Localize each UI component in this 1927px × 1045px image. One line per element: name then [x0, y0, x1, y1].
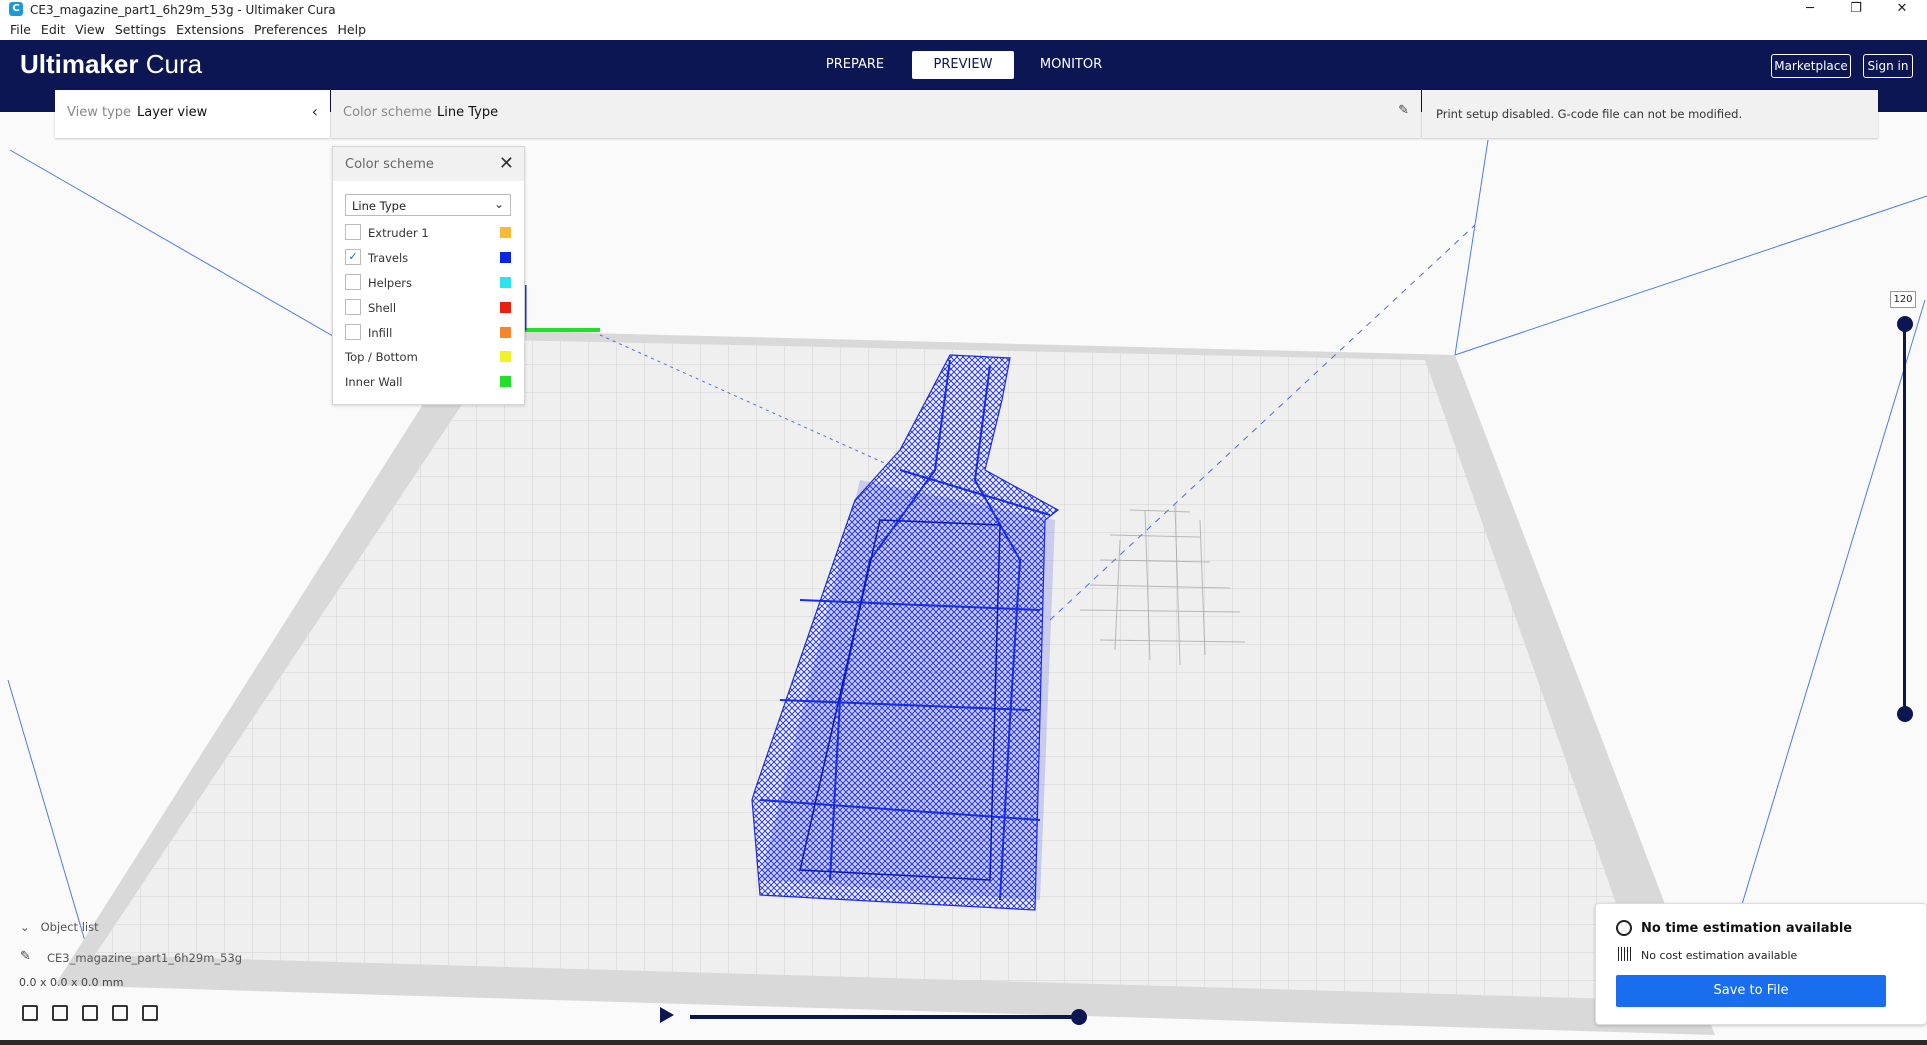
helpers-checkbox[interactable] — [345, 274, 361, 290]
print-setup-panel: Print setup disabled. G-code file can no… — [1422, 90, 1878, 138]
menu-view[interactable]: View — [75, 20, 105, 40]
color-swatch — [500, 227, 511, 238]
camera-view-buttons — [22, 1005, 172, 1025]
layer-slider-track[interactable] — [1903, 322, 1906, 714]
menu-settings[interactable]: Settings — [115, 20, 166, 40]
object-name: CE3_magazine_part1_6h29m_53g — [47, 951, 243, 965]
sign-in-button[interactable]: Sign in — [1863, 54, 1913, 78]
infill-checkbox[interactable] — [345, 324, 361, 340]
menu-file[interactable]: File — [10, 20, 31, 40]
tab-preview[interactable]: PREVIEW — [912, 51, 1014, 79]
ultimaker-cura-logo: Ultimaker Cura — [20, 49, 203, 79]
clock-icon — [1616, 920, 1632, 936]
tab-prepare[interactable]: PREPARE — [803, 51, 907, 79]
layer-slider-top-handle[interactable] — [1897, 316, 1913, 332]
build-volume-edge — [1454, 139, 1489, 356]
pencil-icon[interactable]: ✎ — [1398, 103, 1409, 118]
time-estimation: No time estimation available — [1641, 921, 1853, 936]
restore-button[interactable]: ❐ — [1833, 0, 1879, 20]
layer-slider-bottom-handle[interactable] — [1897, 706, 1913, 722]
cura-app-icon: C — [9, 2, 23, 16]
legend-label: Top / Bottom — [345, 350, 418, 364]
color-swatch — [500, 351, 511, 362]
legend-label: Infill — [368, 326, 393, 340]
left-view-icon[interactable] — [112, 1005, 128, 1021]
legend-label: Shell — [368, 301, 397, 315]
view-type-panel[interactable]: View type Layer view ‹ — [55, 90, 330, 138]
window-title-bar: C CE3_magazine_part1_6h29m_53g - Ultimak… — [0, 0, 1927, 20]
chevron-down-icon: ⌄ — [493, 197, 504, 211]
shell-checkbox[interactable] — [345, 299, 361, 315]
view-type-label: View type — [67, 105, 132, 120]
marketplace-button[interactable]: Marketplace — [1771, 54, 1851, 78]
popup-title: Color scheme — [345, 157, 434, 172]
minimize-button[interactable]: ─ — [1787, 0, 1833, 20]
right-view-icon[interactable] — [142, 1005, 158, 1021]
top-view-icon[interactable] — [82, 1005, 98, 1021]
chevron-down-icon: ⌄ — [20, 920, 30, 934]
legend-label: Extruder 1 — [368, 226, 429, 240]
legend-row-extruder-1[interactable]: Extruder 1 — [345, 224, 511, 242]
pencil-icon: ✎ — [20, 949, 31, 964]
menu-extensions[interactable]: Extensions — [176, 20, 244, 40]
color-scheme-dropdown[interactable]: Line Type ⌄ — [345, 194, 511, 216]
color-swatch — [500, 376, 511, 387]
window-bottom-edge — [0, 1040, 1927, 1045]
menu-help[interactable]: Help — [338, 20, 367, 40]
menu-preferences[interactable]: Preferences — [254, 20, 328, 40]
object-dimensions: 0.0 x 0.0 x 0.0 mm — [19, 976, 124, 989]
legend-row-inner-wall: Inner Wall — [345, 373, 511, 391]
legend-label: Inner Wall — [345, 375, 403, 389]
play-icon[interactable] — [660, 1007, 674, 1023]
menu-bar: File Edit View Settings Extensions Preference… — [0, 20, 1927, 40]
save-to-file-button[interactable]: Save to File — [1616, 975, 1886, 1007]
legend-row-travels[interactable]: ✓ Travels — [345, 249, 511, 267]
color-scheme-label: Color scheme — [343, 105, 432, 120]
chevron-left-icon[interactable]: ‹ — [312, 102, 318, 121]
print-estimation-panel: No time estimation available No cost est… — [1595, 903, 1927, 1025]
window-title: CE3_magazine_part1_6h29m_53g - Ultimaker… — [30, 3, 336, 17]
color-swatch — [500, 252, 511, 263]
barcode-icon — [1618, 947, 1632, 961]
cost-estimation: No cost estimation available — [1641, 949, 1798, 962]
color-swatch — [500, 327, 511, 338]
path-slider-handle[interactable] — [1071, 1009, 1087, 1025]
legend-row-helpers[interactable]: Helpers — [345, 274, 511, 292]
build-volume-edge — [1454, 195, 1927, 356]
object-list-toggle[interactable]: ⌄ Object list — [20, 920, 99, 934]
popup-header: Color scheme ✕ — [333, 147, 524, 181]
extruder-1-checkbox[interactable] — [345, 224, 361, 240]
color-scheme-popup: Color scheme ✕ Line Type ⌄ Extruder 1 ✓ … — [332, 146, 525, 405]
legend-label: Helpers — [368, 276, 413, 290]
legend-row-shell[interactable]: Shell — [345, 299, 511, 317]
legend-row-top-bottom: Top / Bottom — [345, 348, 511, 366]
front-view-icon[interactable] — [52, 1005, 68, 1021]
color-swatch — [500, 277, 511, 288]
tab-monitor[interactable]: MONITOR — [1019, 51, 1123, 79]
layer-number-field[interactable]: 120 — [1890, 291, 1916, 308]
menu-edit[interactable]: Edit — [41, 20, 65, 40]
print-setup-message: Print setup disabled. G-code file can no… — [1436, 107, 1743, 121]
3d-view-icon[interactable] — [22, 1005, 38, 1021]
close-window-button[interactable]: ✕ — [1879, 0, 1925, 20]
close-icon[interactable]: ✕ — [499, 153, 514, 174]
dropdown-value: Line Type — [352, 199, 407, 213]
legend-row-infill[interactable]: Infill — [345, 324, 511, 342]
view-type-value[interactable]: Layer view — [137, 105, 207, 120]
travels-checkbox[interactable]: ✓ — [345, 249, 361, 265]
color-scheme-bar[interactable]: Color scheme Line Type ✎ — [331, 90, 1421, 138]
color-swatch — [500, 302, 511, 313]
legend-label: Travels — [368, 251, 409, 265]
color-scheme-value[interactable]: Line Type — [437, 105, 498, 120]
path-slider-track[interactable] — [690, 1015, 1080, 1019]
object-list-label: Object list — [40, 920, 99, 934]
